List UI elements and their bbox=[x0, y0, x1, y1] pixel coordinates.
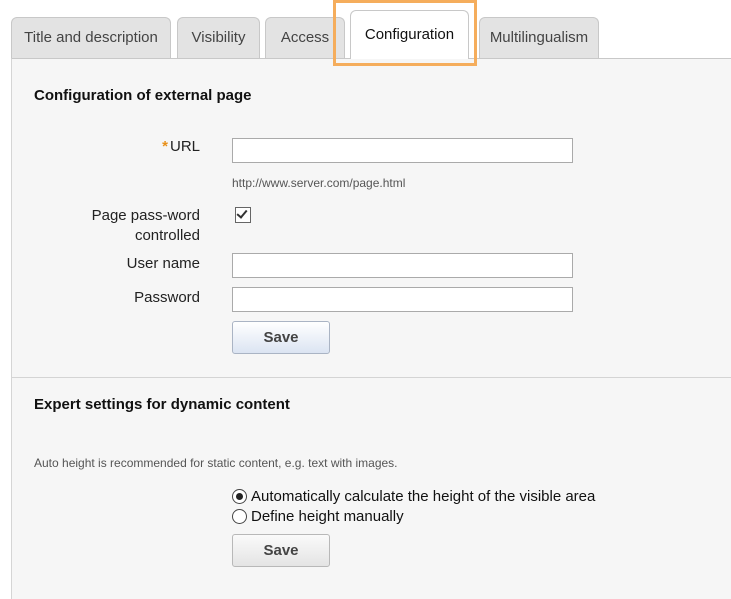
tab-multilingualism[interactable]: Multilingualism bbox=[479, 17, 599, 58]
url-hint: http://www.server.com/page.html bbox=[232, 176, 406, 190]
tab-access[interactable]: Access bbox=[265, 17, 345, 58]
section-divider bbox=[12, 377, 731, 378]
manual-height-radio[interactable] bbox=[232, 509, 247, 524]
external-page-section-title: Configuration of external page bbox=[34, 87, 252, 104]
tab-bar: Title and description Visibility Access … bbox=[0, 0, 731, 66]
url-input[interactable] bbox=[232, 138, 573, 163]
password-controlled-label-line2: controlled bbox=[134, 227, 200, 244]
password-controlled-checkbox[interactable] bbox=[235, 207, 251, 223]
tab-visibility[interactable]: Visibility bbox=[177, 17, 260, 58]
username-label: User name bbox=[126, 255, 200, 272]
password-input[interactable] bbox=[232, 287, 573, 312]
auto-height-label: Automatically calculate the height of th… bbox=[251, 488, 596, 505]
manual-height-option[interactable]: Define height manually bbox=[232, 507, 404, 527]
url-label: * URL bbox=[72, 137, 200, 157]
manual-height-label: Define height manually bbox=[251, 508, 404, 525]
auto-height-option[interactable]: Automatically calculate the height of th… bbox=[232, 487, 595, 507]
url-label-text: URL bbox=[169, 138, 200, 155]
checkmark-icon bbox=[236, 207, 248, 219]
save-button[interactable]: Save bbox=[232, 321, 330, 354]
password-controlled-label-line1: Page pass-word bbox=[91, 207, 200, 224]
password-label: Password bbox=[134, 289, 200, 306]
required-marker: * bbox=[162, 138, 168, 155]
tab-title-and-description[interactable]: Title and description bbox=[11, 17, 171, 58]
expert-settings-section-title: Expert settings for dynamic content bbox=[34, 396, 290, 413]
auto-height-hint: Auto height is recommended for static co… bbox=[34, 456, 398, 470]
password-controlled-label: Page pass-word controlled bbox=[52, 206, 200, 246]
username-input[interactable] bbox=[232, 253, 573, 278]
auto-height-radio[interactable] bbox=[232, 489, 247, 504]
tab-configuration[interactable]: Configuration bbox=[350, 10, 469, 59]
configuration-panel: Configuration of external page * URL http… bbox=[11, 58, 731, 599]
expert-save-button[interactable]: Save bbox=[232, 534, 330, 567]
